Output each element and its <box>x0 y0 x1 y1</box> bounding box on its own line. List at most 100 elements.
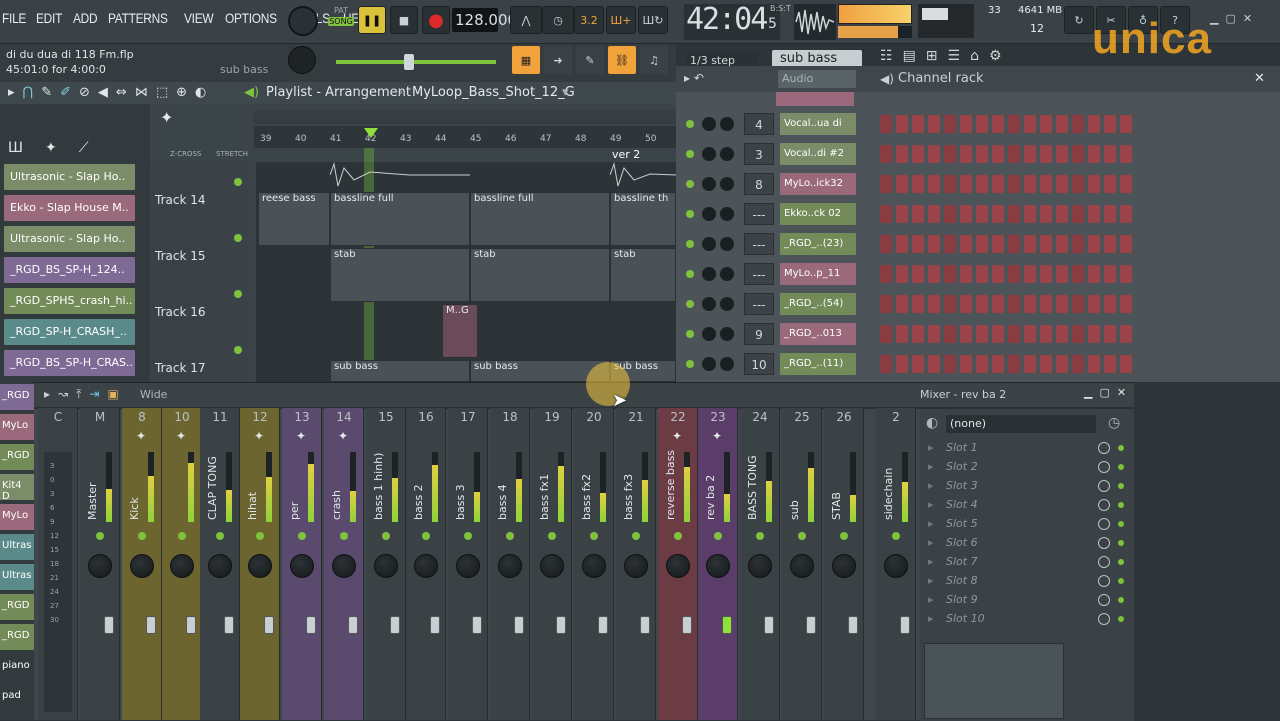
mixer-enable-led[interactable] <box>548 532 556 540</box>
mixer-enable-led[interactable] <box>714 532 722 540</box>
main-pitch-knob[interactable] <box>288 46 316 74</box>
mixer-volume-fader[interactable] <box>430 616 440 634</box>
automation-picker-icon[interactable]: ⟋ <box>79 140 89 156</box>
mixer-pan-knob[interactable] <box>414 554 438 578</box>
mixer-pan-knob[interactable] <box>290 554 314 578</box>
step-button[interactable] <box>1104 205 1116 223</box>
pattern-item[interactable]: _RGD_BS_SP-H_124.. <box>4 257 135 283</box>
channel-led[interactable] <box>686 300 694 308</box>
channel-name-button[interactable]: _RGD_..013 <box>780 323 856 345</box>
mixer-strip-label[interactable]: sidechain <box>882 468 895 520</box>
link-button[interactable]: ⛓ <box>608 46 636 74</box>
channel-led[interactable] <box>686 120 694 128</box>
channel-pan-knob[interactable] <box>702 327 716 341</box>
step-button[interactable] <box>976 235 988 253</box>
track-15-led[interactable] <box>234 290 242 298</box>
mixer-pan-knob[interactable] <box>884 554 908 578</box>
step-button[interactable] <box>1056 235 1068 253</box>
clip-reese-bass[interactable]: reese bass <box>258 192 330 246</box>
draw-icon[interactable]: ✎ <box>41 85 52 100</box>
zoom-icon[interactable]: ⊕ <box>176 85 187 100</box>
step-button[interactable] <box>896 145 908 163</box>
mixer-pan-knob[interactable] <box>624 554 648 578</box>
close-icon[interactable]: ✕ <box>1243 12 1252 25</box>
mixer-pan-knob[interactable] <box>332 554 356 578</box>
mixer-preset[interactable]: Wide <box>140 388 167 401</box>
step-button[interactable] <box>928 205 940 223</box>
channel-volume-knob[interactable] <box>720 357 734 371</box>
pattern-item[interactable]: Ultras <box>0 564 34 590</box>
step-button[interactable] <box>928 355 940 373</box>
step-button[interactable] <box>992 145 1004 163</box>
step-button[interactable] <box>976 295 988 313</box>
step-button[interactable] <box>896 235 908 253</box>
blend-notes-button[interactable]: Ш+ <box>606 6 636 34</box>
pattern-item[interactable]: _RGD <box>0 624 34 650</box>
magnet-icon[interactable]: ⋂ <box>23 85 34 100</box>
slot-mix-knob[interactable] <box>1098 480 1110 492</box>
step-button[interactable] <box>880 145 892 163</box>
step-button[interactable] <box>992 265 1004 283</box>
main-volume-handle[interactable] <box>404 54 414 70</box>
channel-volume-knob[interactable] <box>720 237 734 251</box>
mixer-volume-fader[interactable] <box>806 616 816 634</box>
step-button[interactable] <box>896 205 908 223</box>
channel-row[interactable]: --- _RGD_..(54) <box>686 292 1136 316</box>
slot-mix-knob[interactable] <box>1098 442 1110 454</box>
slot-enable-led[interactable] <box>1118 445 1124 451</box>
mixer-volume-fader[interactable] <box>306 616 316 634</box>
step-button[interactable] <box>944 145 956 163</box>
mixer-enable-led[interactable] <box>298 532 306 540</box>
channel-pan-knob[interactable] <box>702 147 716 161</box>
pattern-item[interactable]: _RGD <box>0 384 34 410</box>
route-arrow-icon[interactable]: ✦ <box>254 429 264 443</box>
mixer-volume-fader[interactable] <box>348 616 358 634</box>
mixer-enable-led[interactable] <box>216 532 224 540</box>
tempo-display[interactable]: 128.000 <box>452 8 517 32</box>
step-button[interactable] <box>1072 115 1084 133</box>
channel-pan-knob[interactable] <box>702 207 716 221</box>
step-button[interactable] <box>1072 145 1084 163</box>
clip-mg[interactable]: M..G <box>442 304 478 358</box>
browser-icon[interactable]: ⌂ <box>970 48 979 68</box>
channel-row[interactable]: --- MyLo..p_11 <box>686 262 1136 286</box>
mixer-strip-label[interactable]: bass fx1 <box>538 474 551 520</box>
mixer-pan-knob[interactable] <box>832 554 856 578</box>
mixer-strip-label[interactable]: bass fx3 <box>622 474 635 520</box>
slip-icon[interactable]: ⇔ <box>116 85 127 100</box>
channel-row[interactable]: 10 _RGD_..(11) <box>686 352 1136 376</box>
step-button[interactable] <box>1056 265 1068 283</box>
mixer-strip-label[interactable]: Master <box>86 482 99 520</box>
step-button[interactable] <box>1056 145 1068 163</box>
step-button[interactable] <box>880 265 892 283</box>
step-button[interactable] <box>1120 235 1132 253</box>
mixer-up-icon[interactable]: ⤒ <box>76 387 81 402</box>
channel-rack-icon[interactable]: ⊞ <box>926 48 938 68</box>
mixer-strip-label[interactable]: bass 1 hinh) <box>372 453 385 520</box>
step-button[interactable] <box>992 295 1004 313</box>
mixer-arrow-icon[interactable]: ▸ <box>44 387 50 402</box>
channel-pan-knob[interactable] <box>702 297 716 311</box>
loop-record-button[interactable]: Ш↻ <box>638 6 668 34</box>
maximize-icon[interactable]: ▢ <box>1099 386 1109 399</box>
step-button[interactable] <box>912 145 924 163</box>
route-arrow-icon[interactable]: ✦ <box>136 429 146 443</box>
step-button[interactable] <box>992 175 1004 193</box>
step-button[interactable] <box>960 325 972 343</box>
channel-name-button[interactable]: Vocal..di #2 <box>780 143 856 165</box>
fx-slot[interactable]: ▸ Slot 4 <box>926 498 1124 515</box>
step-button[interactable] <box>1104 265 1116 283</box>
mixer-volume-fader[interactable] <box>682 616 692 634</box>
channel-row[interactable]: --- _RGD_..(23) <box>686 232 1136 256</box>
step-button[interactable] <box>1072 205 1084 223</box>
channel-mixer-track[interactable]: --- <box>744 293 774 315</box>
clip-bassline-2[interactable]: bassline full <box>470 192 610 246</box>
mixer-enable-led[interactable] <box>256 532 264 540</box>
mixer-enable-led[interactable] <box>178 532 186 540</box>
channel-led[interactable] <box>686 360 694 368</box>
step-button[interactable] <box>1104 235 1116 253</box>
clock-icon[interactable]: ◷ <box>1108 415 1120 431</box>
step-button[interactable] <box>912 115 924 133</box>
slot-mix-knob[interactable] <box>1098 594 1110 606</box>
mixer-pan-knob[interactable] <box>88 554 112 578</box>
